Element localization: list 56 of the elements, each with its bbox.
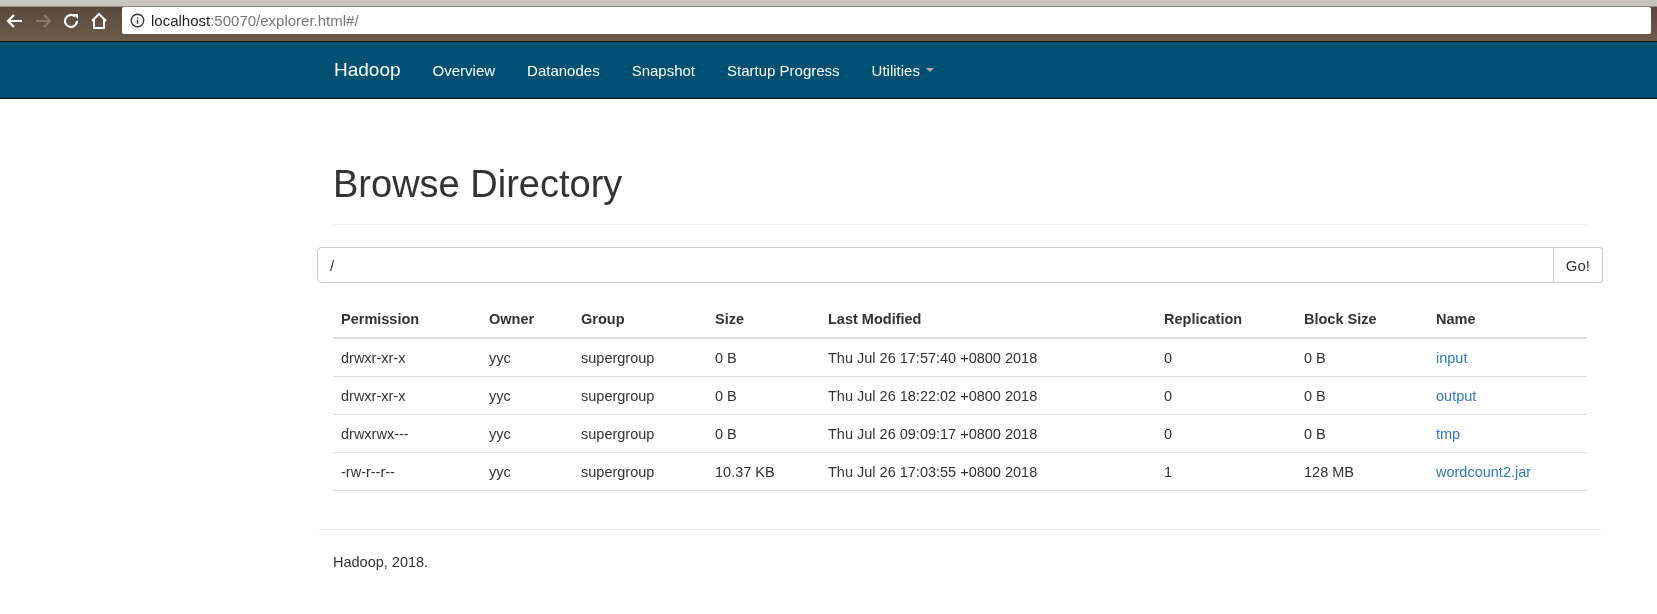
table-cell: drwxrwx--- (341, 425, 409, 442)
column-header: Last Modified (828, 311, 922, 327)
file-link[interactable]: input (1436, 349, 1468, 366)
page-title: Browse Directory (333, 163, 623, 206)
table-cell: 0 B (1304, 349, 1326, 366)
table-cell: 0 B (1304, 387, 1326, 404)
footer-text: Hadoop, 2018. (333, 554, 429, 570)
info-icon[interactable] (130, 13, 145, 28)
column-header: Owner (489, 311, 535, 327)
table-cell: 0 (1164, 387, 1173, 404)
column-header: Block Size (1304, 311, 1377, 327)
table-cell: yyc (489, 463, 511, 480)
home-icon[interactable] (90, 11, 108, 30)
brand-link[interactable]: Hadoop (318, 42, 417, 98)
caret-icon (925, 68, 934, 72)
reload-icon[interactable] (62, 11, 80, 30)
table-cell: 1 (1164, 463, 1173, 480)
table-cell: Thu Jul 26 09:09:17 +0800 2018 (828, 425, 1038, 442)
table-cell: -rw-r--r-- (341, 463, 395, 480)
table-cell: supergroup (581, 387, 655, 404)
nav-link[interactable]: Overview (416, 42, 512, 98)
table-cell: yyc (489, 349, 511, 366)
table-cell: 0 (1164, 349, 1173, 366)
table-cell: supergroup (581, 349, 655, 366)
table-cell: 10.37 KB (715, 463, 775, 480)
table-cell: supergroup (581, 425, 655, 442)
column-header: Group (581, 311, 625, 327)
column-header: Size (715, 311, 744, 327)
table-cell: supergroup (581, 463, 655, 480)
column-header: Name (1436, 311, 1476, 327)
file-link[interactable]: output (1436, 387, 1477, 404)
column-header: Permission (341, 311, 420, 327)
table-cell: Thu Jul 26 18:22:02 +0800 2018 (828, 387, 1038, 404)
table-cell: 0 B (1304, 425, 1326, 442)
nav-link[interactable]: Snapshot (615, 42, 712, 98)
table-cell: 0 B (715, 425, 737, 442)
nav-dropdown[interactable]: Utilities (855, 42, 950, 98)
nav-link[interactable]: Datanodes (511, 42, 616, 98)
table-cell: 0 B (715, 387, 737, 404)
address-bar[interactable]: localhost:50070/explorer.html#/ (122, 7, 1651, 34)
table-cell: Thu Jul 26 17:03:55 +0800 2018 (828, 463, 1038, 480)
nav-link[interactable]: Startup Progress (711, 42, 856, 98)
table-cell: yyc (489, 387, 511, 404)
table-cell: 128 MB (1304, 463, 1354, 480)
table-cell: yyc (489, 425, 511, 442)
go-button[interactable]: Go! (1553, 247, 1603, 283)
table-cell: 0 B (715, 349, 737, 366)
back-icon[interactable] (6, 11, 24, 30)
file-link[interactable]: wordcount2.jar (1436, 463, 1532, 480)
file-link[interactable]: tmp (1436, 425, 1461, 442)
table-cell: drwxr-xr-x (341, 387, 406, 404)
table-cell: 0 (1164, 425, 1173, 442)
path-field[interactable]: / (317, 247, 1554, 283)
table-cell: Thu Jul 26 17:57:40 +0800 2018 (828, 349, 1038, 366)
table-cell: drwxr-xr-x (341, 349, 406, 366)
column-header: Replication (1164, 311, 1243, 327)
